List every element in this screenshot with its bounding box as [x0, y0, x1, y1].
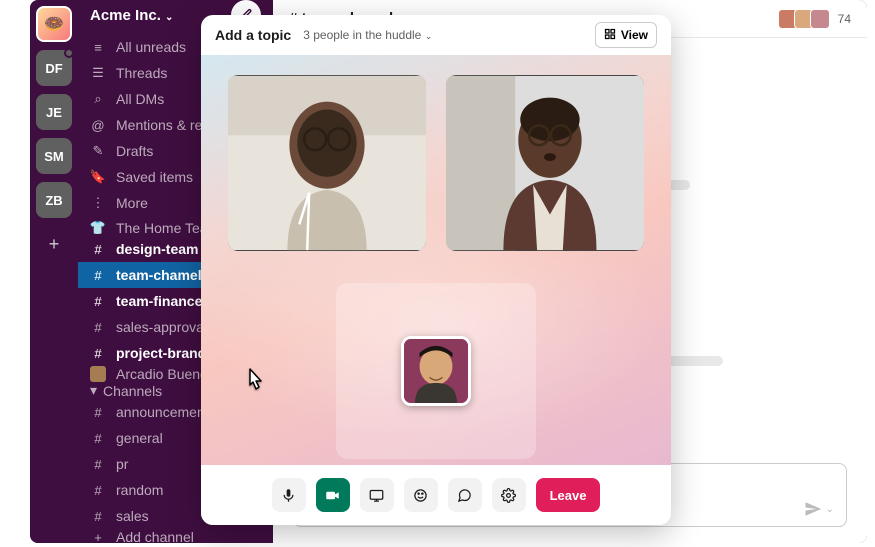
participant-video-1[interactable]: [228, 75, 426, 251]
thread-button[interactable]: [448, 478, 482, 512]
channel-members[interactable]: 74: [782, 9, 851, 29]
rail-avatar[interactable]: DF: [36, 50, 72, 86]
hash-icon: #: [90, 242, 106, 257]
self-video[interactable]: [401, 336, 471, 406]
member-avatar: [810, 9, 830, 29]
rail-avatar[interactable]: JE: [36, 94, 72, 130]
huddle-stage: [201, 55, 671, 465]
hash-icon: #: [90, 509, 106, 524]
participant-video-2[interactable]: [446, 75, 644, 251]
hash-icon: #: [90, 483, 106, 498]
hash-icon: #: [90, 268, 106, 283]
nav-icon: ≡: [90, 40, 106, 55]
nav-icon: ✎: [90, 143, 106, 159]
nav-icon: @: [90, 118, 106, 133]
hash-icon: #: [90, 346, 106, 361]
leave-button[interactable]: Leave: [536, 478, 601, 512]
shirt-icon: 👕: [90, 220, 106, 236]
hash-icon: #: [90, 431, 106, 446]
huddle-participants[interactable]: 3 people in the huddle ⌄: [303, 28, 432, 42]
caret-down-icon: ▾: [90, 382, 97, 399]
rail-avatar[interactable]: ZB: [36, 182, 72, 218]
plus-icon: +: [90, 530, 106, 544]
huddle-window: Add a topic 3 people in the huddle ⌄ Vie…: [201, 15, 671, 525]
add-workspace-button[interactable]: +: [36, 226, 72, 262]
camera-button[interactable]: [316, 478, 350, 512]
reactions-button[interactable]: [404, 478, 438, 512]
member-count: 74: [838, 12, 851, 26]
chevron-down-icon: ⌄: [826, 504, 834, 515]
add-channel-button[interactable]: + Add channel: [78, 529, 273, 543]
nav-icon: ☰: [90, 65, 106, 81]
send-button[interactable]: ⌄: [804, 500, 834, 518]
add-topic-button[interactable]: Add a topic: [215, 27, 291, 43]
workspace-rail: 🍩 DF JE SM ZB +: [30, 0, 78, 543]
workspace-icon[interactable]: 🍩: [36, 6, 72, 42]
hash-icon: #: [90, 457, 106, 472]
settings-button[interactable]: [492, 478, 526, 512]
hash-icon: #: [90, 294, 106, 309]
workspace-name[interactable]: Acme Inc. ⌄: [90, 7, 173, 24]
view-toggle-button[interactable]: View: [595, 22, 657, 48]
huddle-controls: Leave: [201, 465, 671, 525]
nav-icon: ⌕: [90, 91, 106, 107]
share-screen-button[interactable]: [360, 478, 394, 512]
mic-button[interactable]: [272, 478, 306, 512]
self-video-container: [336, 283, 536, 459]
grid-icon: [604, 28, 616, 43]
hash-icon: #: [90, 405, 106, 420]
huddle-header: Add a topic 3 people in the huddle ⌄ Vie…: [201, 15, 671, 55]
nav-icon: 🔖: [90, 169, 106, 185]
avatar: [90, 366, 106, 382]
rail-avatar[interactable]: SM: [36, 138, 72, 174]
hash-icon: #: [90, 320, 106, 335]
nav-icon: ⋮: [90, 195, 106, 211]
